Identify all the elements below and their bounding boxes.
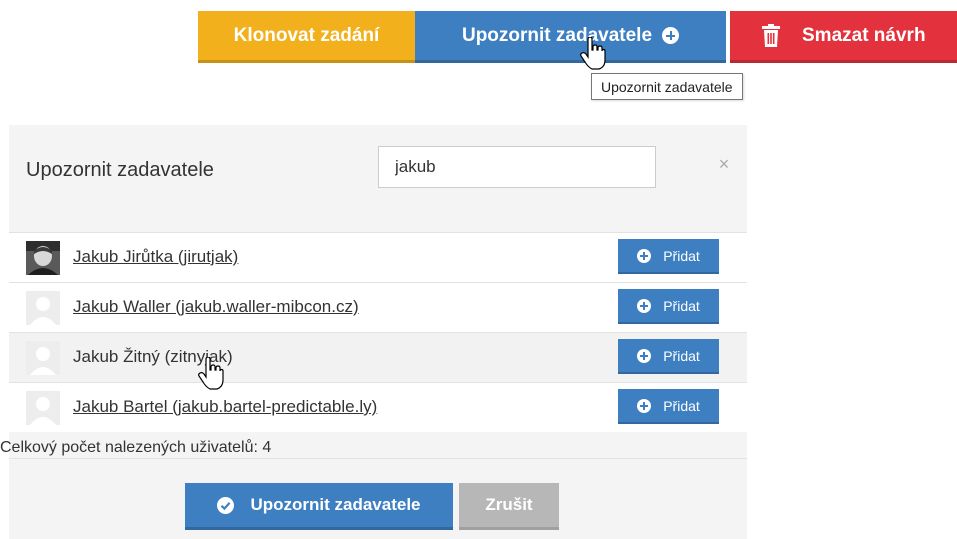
add-user-label: Přidat	[663, 397, 700, 414]
dialog-title: Upozornit zadavatele	[26, 159, 214, 181]
confirm-notify-button[interactable]: Upozornit zadavatele	[185, 483, 453, 530]
add-user-button[interactable]: Přidat	[618, 389, 719, 424]
user-name-link[interactable]: Jakub Bartel (jakub.bartel-predictable.l…	[73, 397, 377, 417]
clone-assignment-button[interactable]: Klonovat zadání	[198, 11, 415, 63]
divider	[9, 458, 747, 459]
trash-icon	[760, 23, 782, 48]
delete-draft-label: Smazat návrh	[802, 24, 926, 46]
notify-requester-label: Upozornit zadavatele	[461, 24, 653, 46]
hand-cursor-icon	[198, 357, 224, 391]
plus-circle-icon	[637, 248, 652, 263]
user-row: Jakub Jirůtka (jirutjak) Přidat	[9, 232, 747, 282]
plus-circle-icon	[637, 398, 652, 413]
plus-circle-icon	[637, 348, 652, 363]
add-user-label: Přidat	[663, 297, 700, 314]
user-name-link[interactable]: Jakub Jirůtka (jirutjak)	[73, 247, 238, 267]
delete-draft-button[interactable]: Smazat návrh	[730, 11, 957, 63]
check-circle-icon	[217, 496, 235, 514]
add-user-button[interactable]: Přidat	[618, 239, 719, 274]
avatar	[26, 241, 60, 275]
cancel-label: Zrušit	[485, 495, 533, 514]
plus-circle-icon	[662, 27, 680, 44]
user-name-link[interactable]: Jakub Waller (jakub.waller-mibcon.cz)	[73, 297, 359, 317]
add-user-button[interactable]: Přidat	[618, 289, 719, 324]
total-users-count: Celkový počet nalezených uživatelů: 4	[0, 439, 272, 456]
add-user-label: Přidat	[663, 247, 700, 264]
avatar	[26, 341, 60, 375]
plus-circle-icon	[637, 298, 652, 313]
user-list: Jakub Jirůtka (jirutjak) Přidat Jakub Wa…	[9, 232, 747, 432]
add-user-button[interactable]: Přidat	[618, 339, 719, 374]
user-row: Jakub Waller (jakub.waller-mibcon.cz) Př…	[9, 282, 747, 332]
add-user-label: Přidat	[663, 347, 700, 364]
close-icon[interactable]: ×	[715, 155, 733, 173]
cancel-button[interactable]: Zrušit	[459, 483, 559, 530]
clone-assignment-label: Klonovat zadání	[233, 24, 380, 46]
notify-requester-button[interactable]: Upozornit zadavatele	[415, 11, 726, 63]
confirm-notify-label: Upozornit zadavatele	[250, 495, 421, 514]
hand-cursor-icon	[580, 37, 606, 71]
avatar	[26, 391, 60, 425]
user-row: Jakub Žitný (zitnyjak) Přidat	[9, 332, 747, 382]
notify-requester-dialog: Upozornit zadavatele × Jakub Jirůtka (ji…	[0, 125, 747, 539]
tooltip: Upozornit zadavatele	[591, 73, 743, 100]
user-search-input[interactable]	[378, 146, 656, 188]
user-row: Jakub Bartel (jakub.bartel-predictable.l…	[9, 382, 747, 432]
avatar	[26, 291, 60, 325]
